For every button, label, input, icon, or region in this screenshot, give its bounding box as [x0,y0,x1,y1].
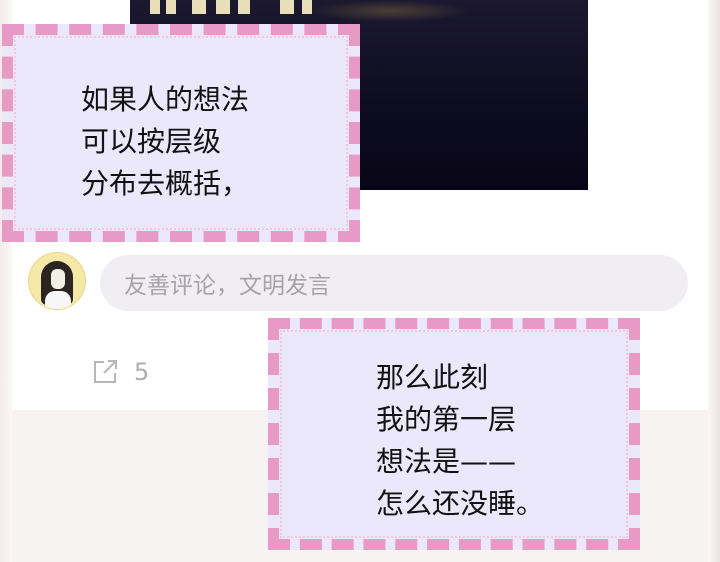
caption-bottom-line-1: 那么此刻 [376,361,489,394]
share-row[interactable]: 5 [90,356,149,388]
page-edge-right [708,0,720,562]
caption-bottom-line-4: 怎么还没睡。 [376,487,545,520]
caption-bubble-top: 如果人的想法 可以按层级 分布去概括， [2,24,360,242]
caption-bottom-line-3: 想法是—— [376,445,517,478]
comment-placeholder: 友善评论，文明发言 [124,273,331,299]
comment-row: 友善评论，文明发言 [28,252,688,314]
share-count: 5 [134,358,150,386]
caption-top-line-1: 如果人的想法 [81,83,250,116]
comment-input[interactable]: 友善评论，文明发言 [100,255,688,311]
caption-bubble-bottom: 那么此刻 我的第一层 想法是—— 怎么还没睡。 [268,318,640,550]
share-icon[interactable] [90,357,120,387]
caption-top-line-3: 分布去概括， [81,167,250,200]
avatar[interactable] [28,252,86,310]
building-windows [140,0,580,16]
comic-page: 友善评论，文明发言 5 如果人的想法 可以按层级 分布去概括， 那么此刻 我的第… [0,0,720,562]
caption-bottom-line-2: 我的第一层 [376,403,517,436]
caption-top-line-2: 可以按层级 [81,125,222,158]
